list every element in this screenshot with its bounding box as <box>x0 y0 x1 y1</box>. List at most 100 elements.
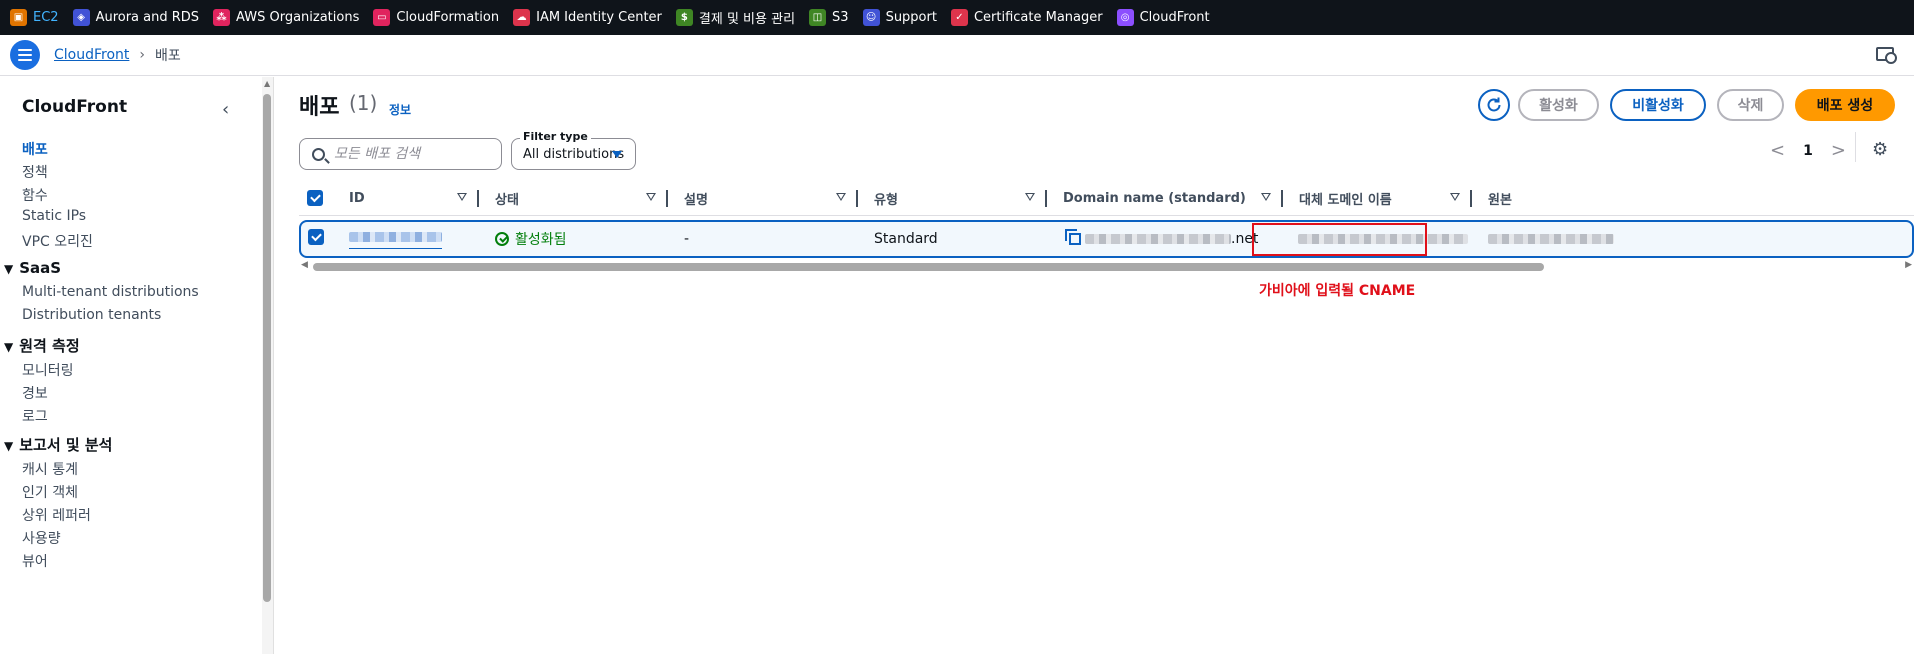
column-header-alternate-domain[interactable]: 대체 도메인 이름 <box>1299 180 1392 216</box>
fav-s3[interactable]: ◫ S3 <box>809 0 849 35</box>
divider <box>1855 132 1856 162</box>
scroll-left-arrow-icon[interactable]: ◀ <box>301 260 308 270</box>
select-all-checkbox[interactable] <box>307 190 323 206</box>
redacted-domain <box>1085 234 1231 244</box>
expand-triangle-icon: ▼ <box>4 262 14 276</box>
sidebar-item-vpc-origins[interactable]: VPC 오리진 <box>22 231 93 251</box>
disable-button[interactable]: 비활성화 <box>1610 89 1706 121</box>
distribution-count: (1) <box>349 91 378 115</box>
sidebar-item-usage[interactable]: 사용량 <box>22 528 61 548</box>
sidebar-item-alarms[interactable]: 경보 <box>22 383 48 403</box>
column-header-description[interactable]: 설명 <box>684 180 708 216</box>
sidebar-item-functions[interactable]: 함수 <box>22 185 48 205</box>
menu-button[interactable] <box>10 40 40 70</box>
current-page[interactable]: 1 <box>1803 143 1813 159</box>
sidebar-item-top-referrers[interactable]: 상위 레퍼러 <box>22 505 91 525</box>
expand-triangle-icon: ▼ <box>4 340 14 354</box>
filter-type-label: Filter type <box>520 130 591 143</box>
column-resizer[interactable] <box>856 190 858 207</box>
column-resizer[interactable] <box>666 190 668 207</box>
sidebar-item-logs[interactable]: 로그 <box>22 406 48 426</box>
sidebar-item-viewers[interactable]: 뷰어 <box>22 551 48 571</box>
ec2-icon: ▣ <box>10 9 27 26</box>
refresh-icon <box>1487 97 1501 112</box>
previous-page-icon[interactable]: < <box>1770 140 1785 161</box>
cloudfront-icon: ◎ <box>1116 9 1134 26</box>
sidebar-group-telemetry[interactable]: ▼ 원격 측정 <box>4 335 80 356</box>
favorites-bar: ▣ EC2 ◈ Aurora and RDS ⁂ AWS Organizations … <box>0 0 1914 35</box>
filter-type-select[interactable]: Filter type All distributions <box>511 130 636 170</box>
sidebar-item-policies[interactable]: 정책 <box>22 162 48 182</box>
breadcrumb-cloudfront-link[interactable]: CloudFront <box>54 47 129 63</box>
fav-billing[interactable]: $ 결제 및 비용 관리 <box>675 0 795 35</box>
s3-icon: ◫ <box>809 9 827 26</box>
redacted-origin <box>1488 234 1614 244</box>
search-input[interactable] <box>334 146 494 162</box>
table-row[interactable]: 활성화됨 - Standard .net <box>299 220 1914 258</box>
type-cell: Standard <box>874 231 938 247</box>
sort-icon[interactable] <box>457 193 467 201</box>
sort-icon[interactable] <box>1261 193 1271 201</box>
display-settings-icon[interactable] <box>1876 47 1897 64</box>
sidebar-group-reports[interactable]: ▼ 보고서 및 분석 <box>4 434 112 455</box>
sidebar-item-distribution-tenants[interactable]: Distribution tenants <box>22 307 161 323</box>
sidebar-item-monitoring[interactable]: 모니터링 <box>22 360 74 380</box>
column-header-id[interactable]: ID <box>349 180 365 216</box>
fav-ec2[interactable]: ▣ EC2 <box>10 0 59 35</box>
row-checkbox[interactable] <box>308 229 324 245</box>
fav-cloudfront[interactable]: ◎ CloudFront <box>1116 0 1210 35</box>
scroll-up-arrow-icon[interactable]: ▲ <box>264 79 270 88</box>
search-field[interactable] <box>299 138 502 170</box>
sort-icon[interactable] <box>836 193 846 201</box>
column-resizer[interactable] <box>477 190 479 207</box>
refresh-button[interactable] <box>1478 89 1510 121</box>
table-header: ID 상태 설명 유형 Domain name (standard) 대체 도메… <box>299 180 1914 216</box>
sidebar-item-multi-tenant[interactable]: Multi-tenant distributions <box>22 284 199 300</box>
collapse-sidebar-icon[interactable]: ‹ <box>222 99 229 120</box>
expand-triangle-icon: ▼ <box>4 439 14 453</box>
sidebar-scrollbar-thumb[interactable] <box>263 94 271 602</box>
id-link[interactable] <box>349 230 442 249</box>
table-horizontal-scrollbar[interactable]: ◀ ▶ <box>299 260 1914 272</box>
sidebar-item-cache-stats[interactable]: 캐시 통계 <box>22 459 78 479</box>
fav-support[interactable]: ☺ Support <box>862 0 937 35</box>
page-title: 배포 <box>299 95 340 120</box>
sort-icon[interactable] <box>1450 193 1460 201</box>
enable-button[interactable]: 활성화 <box>1518 89 1599 121</box>
sort-icon[interactable] <box>646 193 656 201</box>
fav-cloudformation[interactable]: ▭ CloudFormation <box>373 0 499 35</box>
copy-icon[interactable] <box>1065 229 1081 245</box>
scroll-right-arrow-icon[interactable]: ▶ <box>1905 260 1912 270</box>
sidebar-item-distributions[interactable]: 배포 <box>22 139 48 159</box>
fav-aurora-rds[interactable]: ◈ Aurora and RDS <box>72 0 199 35</box>
create-distribution-button[interactable]: 배포 생성 <box>1795 89 1895 121</box>
distribution-id-link[interactable] <box>349 222 442 256</box>
sidebar-group-saas[interactable]: ▼ SaaS <box>4 259 61 277</box>
certificate-manager-icon: ✓ <box>950 9 968 26</box>
info-link[interactable]: 정보 <box>389 101 411 118</box>
next-page-icon[interactable]: > <box>1831 140 1846 161</box>
column-header-type[interactable]: 유형 <box>874 180 898 216</box>
sort-icon[interactable] <box>1025 193 1035 201</box>
column-header-origin[interactable]: 원본 <box>1488 180 1512 216</box>
fav-organizations[interactable]: ⁂ AWS Organizations <box>213 0 359 35</box>
domain-name-cell: .net <box>1065 222 1258 256</box>
fav-certificate-manager[interactable]: ✓ Certificate Manager <box>950 0 1103 35</box>
column-header-status[interactable]: 상태 <box>495 180 519 216</box>
check-circle-icon <box>495 232 509 246</box>
filter-type-value: All distributions <box>523 147 625 162</box>
column-header-domain-name[interactable]: Domain name (standard) <box>1063 180 1246 216</box>
column-resizer[interactable] <box>1470 190 1472 207</box>
column-resizer[interactable] <box>1045 190 1047 207</box>
breadcrumb: CloudFront › 배포 <box>0 35 1914 76</box>
column-resizer[interactable] <box>1281 190 1283 207</box>
annotation-text: 가비아에 입력될 CNAME <box>1259 283 1416 299</box>
delete-button[interactable]: 삭제 <box>1717 89 1784 121</box>
support-icon: ☺ <box>862 9 880 26</box>
table-scrollbar-thumb[interactable] <box>313 263 1544 271</box>
fav-iam-identity-center[interactable]: ☁ IAM Identity Center <box>513 0 662 35</box>
gear-icon[interactable]: ⚙ <box>1872 139 1888 160</box>
sidebar-item-popular-objects[interactable]: 인기 객체 <box>22 482 78 502</box>
sidebar-item-static-ips[interactable]: Static IPs <box>22 208 86 224</box>
breadcrumb-current: 배포 <box>155 48 181 64</box>
